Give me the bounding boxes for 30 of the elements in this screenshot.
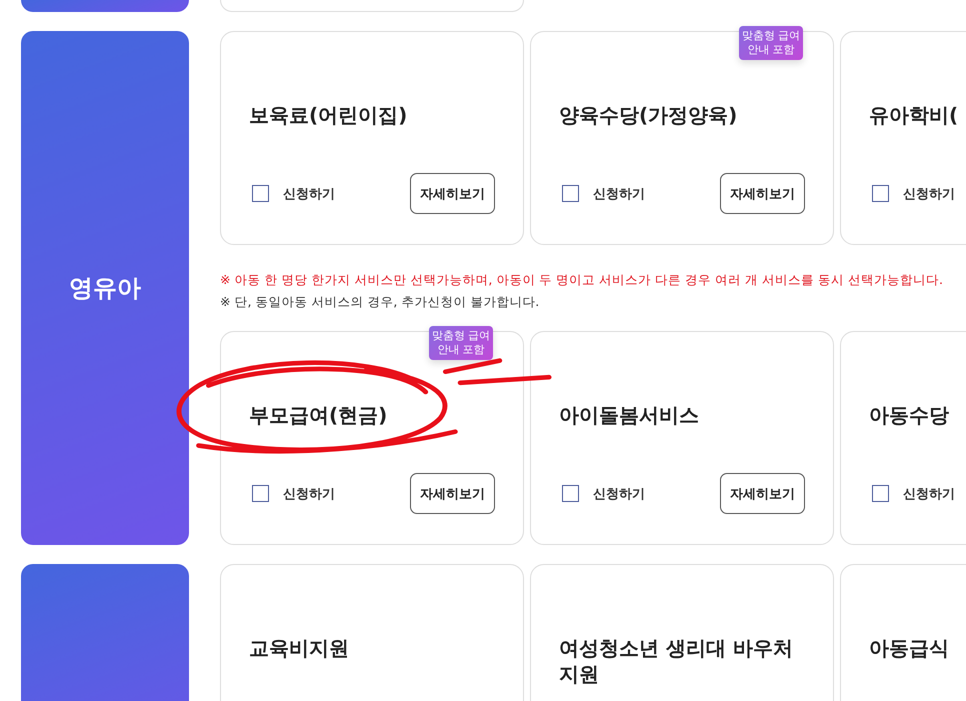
apply-checkbox[interactable]: [872, 485, 889, 502]
apply-label: 신청하기: [903, 486, 955, 502]
service-title: 유아학비(: [869, 102, 960, 128]
apply-checkbox[interactable]: [252, 185, 269, 202]
service-title: 여성청소년 생리대 바우처지원: [559, 635, 794, 687]
apply-label: 신청하기: [593, 186, 645, 202]
apply-checkbox[interactable]: [252, 485, 269, 502]
service-title: 아동급식: [869, 635, 950, 661]
apply-checkbox[interactable]: [562, 485, 579, 502]
notice-text: ※ 아동 한 명당 한가지 서비스만 선택가능하며, 아동이 두 명이고 서비스가 다른 경우 여러 개 서비스를 동시 선택가능합니다.: [220, 271, 944, 289]
apply-checkbox[interactable]: [872, 185, 889, 202]
custom-benefit-badge: 맞춤형 급여안내 포함: [739, 26, 803, 60]
details-button[interactable]: 자세히보기: [720, 473, 805, 514]
service-title: 교육비지원: [249, 635, 350, 661]
apply-label: 신청하기: [283, 186, 335, 202]
details-button[interactable]: 자세히보기: [410, 173, 495, 214]
apply-checkbox[interactable]: [562, 185, 579, 202]
category-label: 영유아: [69, 273, 141, 304]
custom-benefit-badge: 맞춤형 급여안내 포함: [429, 326, 493, 360]
apply-label: 신청하기: [593, 486, 645, 502]
notice-text: ※ 단, 동일아동 서비스의 경우, 추가신청이 불가합니다.: [220, 293, 540, 311]
apply-label: 신청하기: [903, 186, 955, 202]
details-button[interactable]: 자세히보기: [410, 473, 495, 514]
service-title: 보육료(어린이집): [249, 102, 408, 128]
apply-label: 신청하기: [283, 486, 335, 502]
service-title: 부모급여(현금): [249, 402, 388, 428]
service-title: 양육수당(가정양육): [559, 102, 738, 128]
details-button[interactable]: 자세히보기: [720, 173, 805, 214]
service-title: 아이돌봄서비스: [559, 402, 700, 428]
service-title: 아동수당: [869, 402, 950, 428]
